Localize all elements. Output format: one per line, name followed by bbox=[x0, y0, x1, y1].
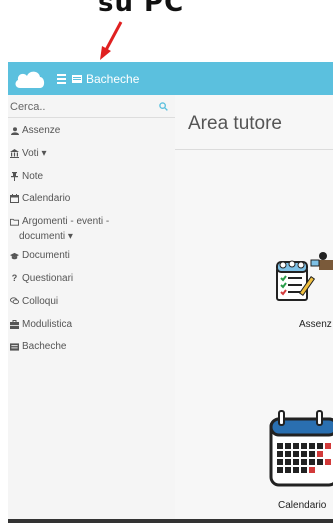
annotation-area: su PC bbox=[0, 0, 333, 60]
tile-assenze-label: Assenz bbox=[299, 319, 332, 330]
bank-icon bbox=[10, 148, 19, 158]
board-icon bbox=[72, 74, 82, 83]
search-field[interactable]: Cerca.. bbox=[8, 100, 175, 116]
search-divider bbox=[8, 117, 175, 118]
sidebar-item-note[interactable]: Note bbox=[8, 169, 175, 192]
calendar-icon bbox=[10, 194, 19, 204]
search-input[interactable]: Cerca.. bbox=[10, 101, 45, 113]
folder-icon bbox=[10, 217, 19, 226]
sidebar-item-modulistica[interactable]: Modulistica bbox=[8, 317, 175, 340]
top-bar: Bacheche bbox=[8, 62, 333, 95]
attendance-icon bbox=[276, 252, 333, 301]
sidebar-item-questionari[interactable]: ? Questionari bbox=[8, 271, 175, 294]
sidebar-item-calendario[interactable]: Calendario bbox=[8, 191, 175, 214]
bottom-scrollbar[interactable] bbox=[8, 519, 333, 523]
search-icon[interactable] bbox=[159, 102, 168, 111]
cloud-logo-icon[interactable] bbox=[14, 68, 46, 90]
question-icon: ? bbox=[11, 272, 18, 283]
menu-label: Bacheche bbox=[86, 71, 140, 86]
sidebar-item-bacheche[interactable]: Bacheche bbox=[8, 339, 175, 362]
calendar-icon bbox=[269, 410, 333, 487]
chat-icon bbox=[10, 297, 19, 306]
briefcase-icon bbox=[10, 319, 19, 329]
sidebar-item-voti[interactable]: Voti ▾ bbox=[8, 146, 175, 169]
sidebar-nav: Assenze Voti ▾ Note Calendario Argomenti… bbox=[8, 123, 175, 362]
sidebar-item-documenti[interactable]: Documenti bbox=[8, 248, 175, 271]
arrow-icon bbox=[100, 21, 123, 60]
page-title: Area tutore bbox=[188, 113, 282, 134]
sidebar-item-colloqui[interactable]: Colloqui bbox=[8, 294, 175, 317]
sidebar-item-argomenti[interactable]: Argomenti - eventi - documenti ▾ bbox=[8, 214, 175, 248]
hamburger-icon bbox=[57, 72, 66, 86]
user-icon bbox=[10, 126, 19, 135]
graduation-cap-icon bbox=[10, 251, 19, 260]
sidebar: Cerca.. Assenze Voti ▾ Note Calendario A… bbox=[8, 95, 176, 523]
title-divider bbox=[175, 149, 333, 150]
board-icon bbox=[10, 342, 19, 351]
main-content: Area tutore Assenz Calendario bbox=[175, 95, 333, 523]
pin-icon bbox=[10, 171, 19, 181]
tile-calendario-label: Calendario bbox=[278, 500, 327, 511]
menu-toggle-button[interactable]: Bacheche bbox=[57, 62, 139, 95]
sidebar-item-assenze[interactable]: Assenze bbox=[8, 123, 175, 146]
